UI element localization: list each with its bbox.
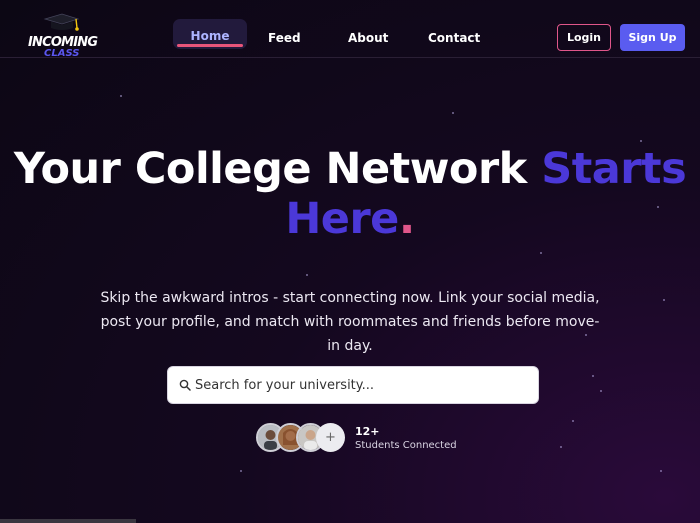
hero-title-dot: . (398, 194, 415, 244)
more-students-icon: + (316, 423, 345, 452)
nav-home[interactable]: Home (173, 19, 247, 49)
graduation-cap-icon (43, 13, 80, 31)
nav-contact[interactable]: Contact (428, 31, 480, 45)
university-search[interactable] (167, 366, 539, 404)
nav-about[interactable]: About (348, 31, 388, 45)
scrollbar[interactable] (0, 519, 136, 523)
search-input[interactable] (195, 367, 525, 403)
student-avatars: + (256, 423, 346, 453)
hero-subtitle: Skip the awkward intros - start connecti… (100, 290, 600, 354)
logo-text-line2: CLASS (44, 48, 80, 59)
student-count: 12+ (355, 425, 380, 438)
nav-home-label: Home (190, 29, 230, 43)
logo[interactable]: INCOMING CLASS (28, 13, 108, 59)
hero-title-main: Your College Network (13, 144, 527, 194)
active-indicator (177, 44, 243, 47)
student-count-label: Students Connected (355, 440, 457, 451)
login-button[interactable]: Login (557, 24, 611, 51)
nav-feed[interactable]: Feed (268, 31, 301, 45)
search-icon (179, 379, 191, 391)
hero-title: Your College Network Starts Here. (0, 144, 700, 244)
top-navbar: INCOMING CLASS Home Feed About Contact L… (0, 0, 700, 59)
signup-button[interactable]: Sign Up (620, 24, 685, 51)
